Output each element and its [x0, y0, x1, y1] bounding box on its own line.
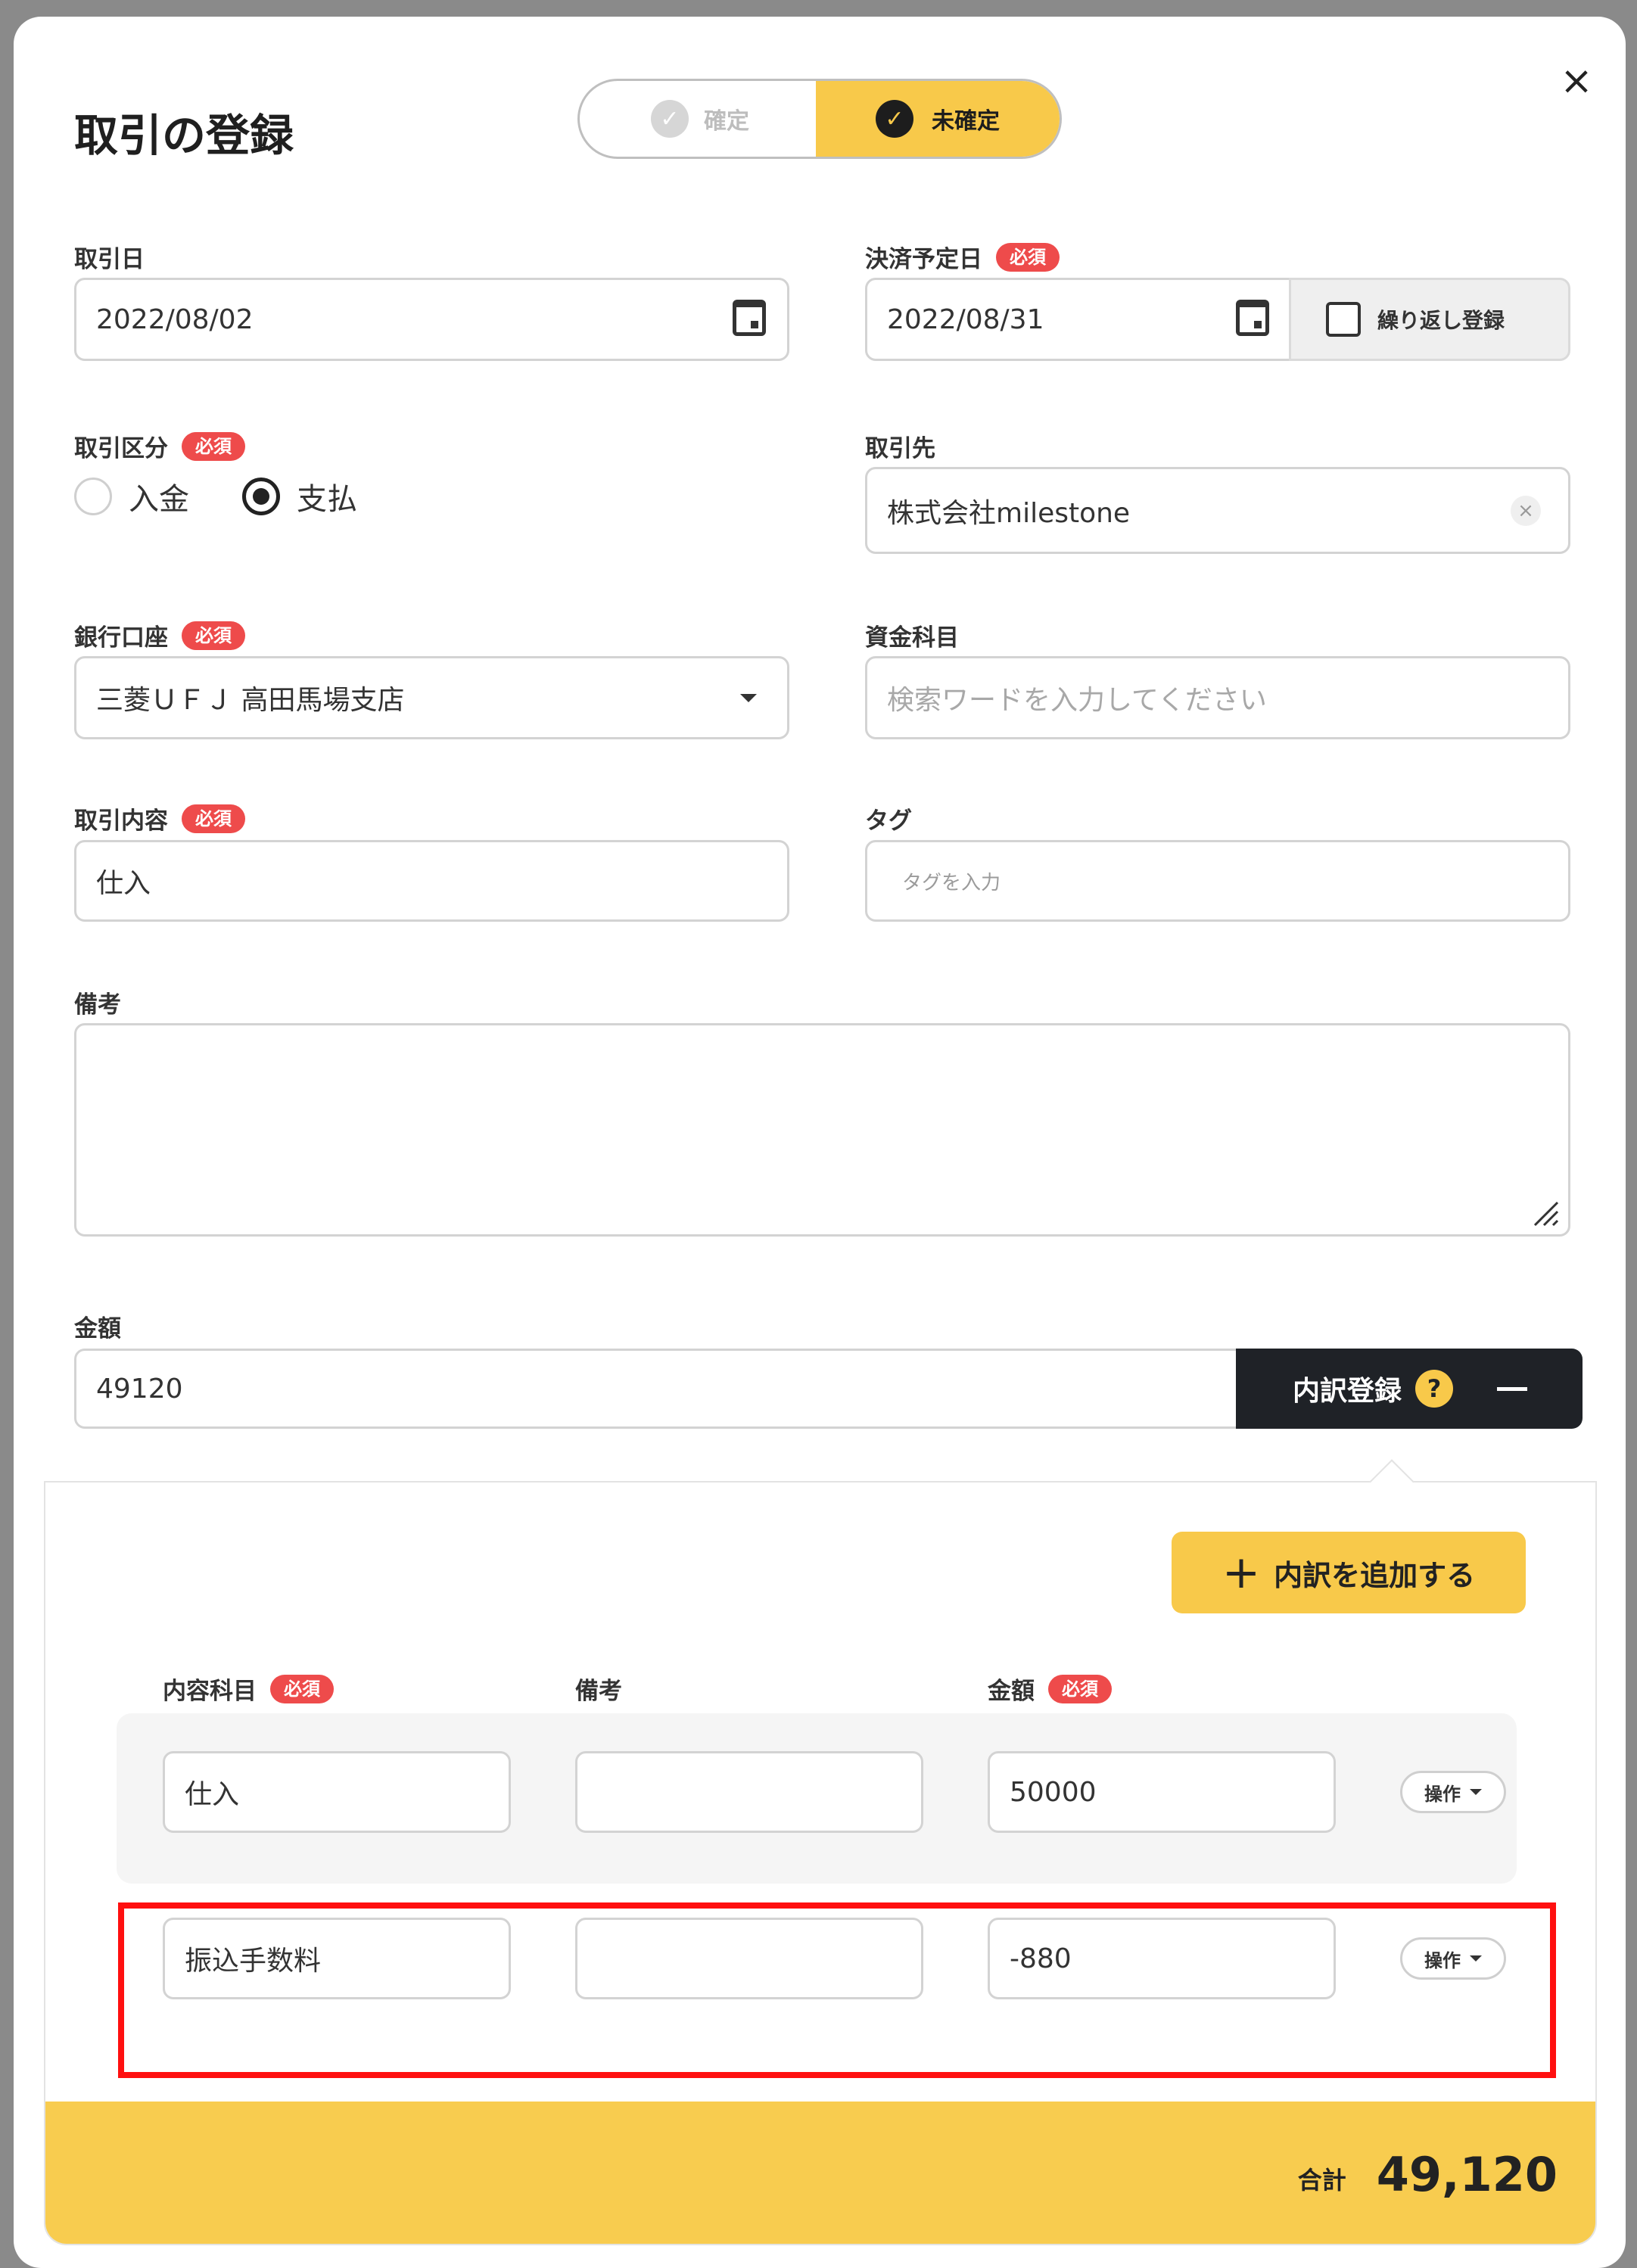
radio-payment-label: 支払 [297, 482, 357, 517]
repeat-label: 繰り返し登録 [1377, 308, 1505, 333]
due-date-value: 2022/08/31 [887, 303, 1044, 335]
row1-amount-value: 50000 [1010, 1776, 1097, 1808]
calendar-icon[interactable] [733, 300, 766, 336]
transaction-type-radios: 入金 支払 [74, 474, 357, 518]
clear-icon[interactable]: × [1511, 495, 1541, 526]
required-badge: 必須 [182, 804, 245, 833]
label-text: 銀行口座 [74, 624, 168, 652]
memo-textarea[interactable] [74, 1023, 1570, 1237]
tag-input[interactable]: タグを入力 [865, 840, 1570, 922]
operation-label: 操作 [1424, 1783, 1461, 1805]
label-text: 取引日 [74, 246, 145, 273]
total-bar: 合計 49,120 [45, 2102, 1595, 2244]
bank-account-select[interactable]: 三菱ＵＦＪ 高田馬場支店 [74, 656, 789, 739]
repeat-checkbox[interactable] [1326, 302, 1361, 337]
label-text: 備考 [575, 1678, 622, 1705]
dialog-title: 取引の登録 [74, 110, 294, 161]
label-text: 取引区分 [74, 435, 168, 462]
label-text: 金額 [74, 1315, 121, 1342]
partner-value: 株式会社milestone [887, 497, 1131, 529]
required-badge: 必須 [182, 431, 245, 461]
partner-label: 取引先 [865, 429, 935, 463]
memo-label: 備考 [74, 985, 121, 1019]
content-label: 取引内容 必須 [74, 801, 245, 835]
header-memo: 備考 [575, 1672, 622, 1706]
breakdown-panel: + 内訳を追加する 内容科目 必須 備考 金額 必須 仕入 50000 操作 振… [44, 1481, 1597, 2245]
close-icon[interactable]: × [1554, 58, 1599, 104]
breakdown-toggle-label: 内訳登録 [1293, 1376, 1402, 1407]
radio-payment[interactable] [242, 478, 280, 515]
row1-item-value: 仕入 [185, 1779, 240, 1810]
confirmed-label: 確定 [704, 108, 749, 135]
label-text: タグ [865, 807, 912, 835]
transaction-date-value: 2022/08/02 [96, 303, 254, 335]
row1-item-input[interactable]: 仕入 [163, 1751, 511, 1833]
minus-icon [1497, 1386, 1528, 1391]
content-field[interactable]: 仕入 [74, 840, 789, 922]
breakdown-toggle-button[interactable]: 内訳登録 ? [1236, 1349, 1583, 1429]
calendar-icon[interactable] [1236, 300, 1269, 336]
required-badge: 必須 [182, 621, 245, 650]
label-text: 取引内容 [74, 807, 168, 835]
total-label: 合計 [1297, 2166, 1346, 2195]
tag-label: タグ [865, 801, 912, 835]
label-text: 金額 [988, 1678, 1035, 1705]
header-amount: 金額 必須 [988, 1672, 1112, 1706]
label-text: 決済予定日 [865, 246, 982, 273]
chevron-down-icon [1470, 1789, 1482, 1795]
header-item: 内容科目 必須 [163, 1672, 334, 1706]
row1-operation-button[interactable]: 操作 [1400, 1771, 1506, 1813]
radio-deposit[interactable] [74, 478, 112, 515]
transaction-date-field[interactable]: 2022/08/02 [74, 278, 789, 361]
unconfirmed-label: 未確定 [932, 108, 1000, 135]
due-date-label: 決済予定日 必須 [865, 240, 1060, 274]
transaction-type-label: 取引区分 必須 [74, 429, 245, 463]
row1-amount-input[interactable]: 50000 [988, 1751, 1336, 1833]
required-badge: 必須 [270, 1674, 334, 1703]
help-icon[interactable]: ? [1415, 1370, 1454, 1408]
required-badge: 必須 [1048, 1674, 1112, 1703]
row2-highlight-box [118, 1902, 1556, 2078]
fund-item-search-input[interactable]: 検索ワードを入力してください [865, 656, 1570, 739]
total-value: 49,120 [1376, 2146, 1558, 2202]
resize-handle-icon[interactable] [1530, 1198, 1561, 1228]
amount-field[interactable]: 49120 [74, 1349, 1240, 1429]
transaction-dialog: 取引の登録 × ✓ 確定 ✓ 未確定 取引日 2022/08/02 決済予定日 … [14, 17, 1626, 2268]
row1-memo-input[interactable] [575, 1751, 923, 1833]
partner-field[interactable]: 株式会社milestone × [865, 467, 1570, 554]
unconfirmed-option[interactable]: ✓ 未確定 [816, 81, 1060, 157]
fund-item-label: 資金科目 [865, 618, 959, 652]
check-circle-icon: ✓ [876, 100, 913, 138]
tag-placeholder: タグを入力 [902, 871, 1001, 894]
fund-item-placeholder: 検索ワードを入力してください [887, 685, 1267, 716]
required-badge: 必須 [996, 242, 1060, 272]
check-circle-icon: ✓ [651, 100, 689, 138]
status-toggle: ✓ 確定 ✓ 未確定 [577, 79, 1062, 159]
label-text: 内容科目 [163, 1678, 257, 1705]
due-date-field[interactable]: 2022/08/31 [865, 278, 1293, 361]
repeat-register-toggle[interactable]: 繰り返し登録 [1289, 278, 1570, 361]
confirmed-option[interactable]: ✓ 確定 [580, 81, 820, 157]
add-breakdown-label: 内訳を追加する [1274, 1558, 1476, 1592]
label-text: 取引先 [865, 435, 935, 462]
plus-icon: + [1222, 1546, 1261, 1599]
amount-label: 金額 [74, 1309, 121, 1343]
transaction-date-label: 取引日 [74, 240, 145, 274]
label-text: 資金科目 [865, 624, 959, 652]
amount-value: 49120 [96, 1373, 183, 1405]
content-value: 仕入 [96, 868, 151, 899]
chevron-down-icon [740, 694, 757, 702]
label-text: 備考 [74, 991, 121, 1019]
radio-deposit-label: 入金 [129, 482, 189, 517]
bank-account-label: 銀行口座 必須 [74, 618, 245, 652]
add-breakdown-button[interactable]: + 内訳を追加する [1172, 1532, 1526, 1613]
bank-account-value: 三菱ＵＦＪ 高田馬場支店 [96, 685, 405, 716]
